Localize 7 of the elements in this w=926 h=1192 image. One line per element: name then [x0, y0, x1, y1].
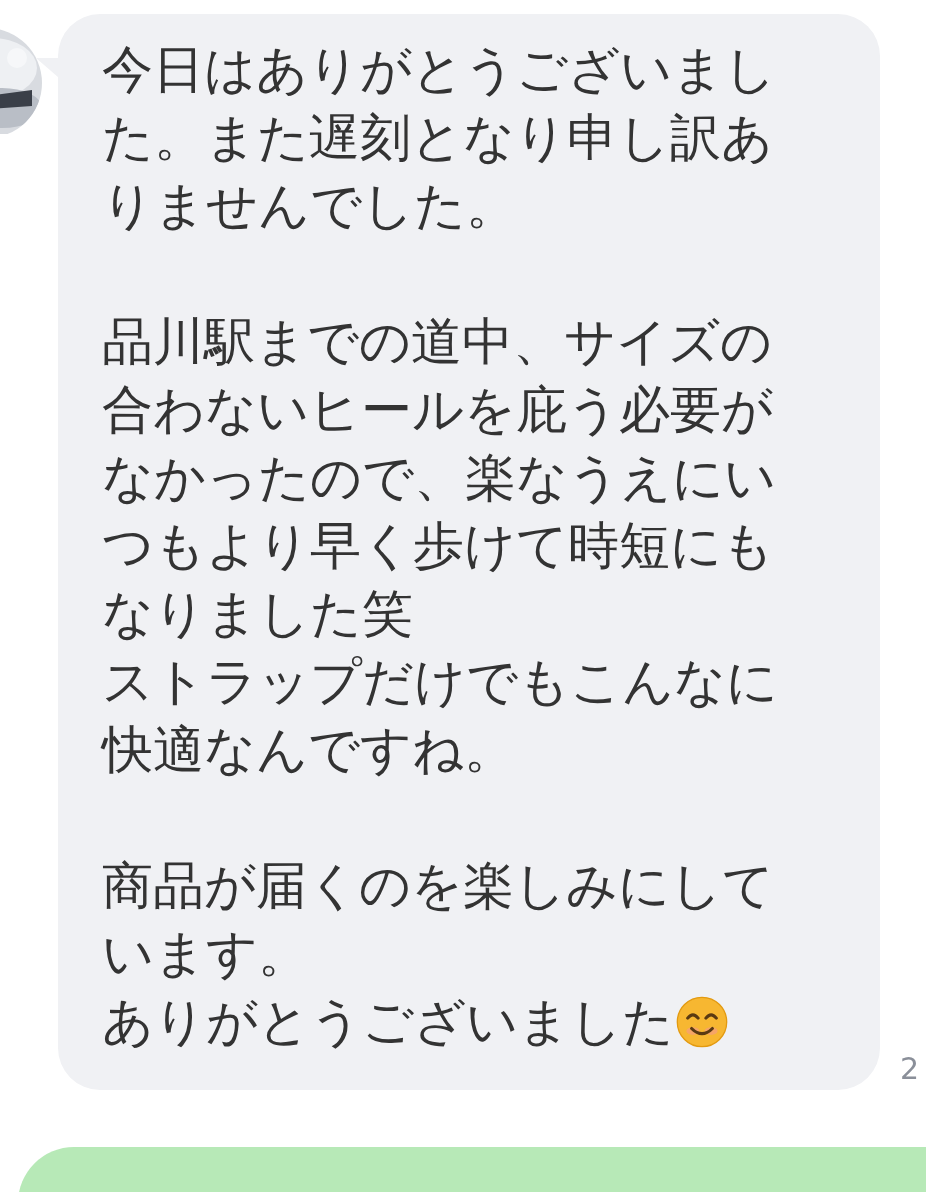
smiling-emoji-icon	[676, 996, 728, 1048]
message-text: 商品が届くのを楽しみにしています。	[102, 855, 775, 985]
message-text: ストラップだけでもこんなに快適なんですね。	[102, 651, 779, 781]
message-text: ありがとうございました	[102, 991, 674, 1053]
message-text: 今日はありがとうございました。また遅刻となり申し訳ありませんでした。	[102, 39, 777, 237]
message-time: 2	[900, 1051, 920, 1086]
message-text: 品川駅までの道中、サイズの合わないヒールを庇う必要がなかったので、楽なうえにいつもより早く歩けて時短にもなりました笑	[102, 311, 777, 645]
